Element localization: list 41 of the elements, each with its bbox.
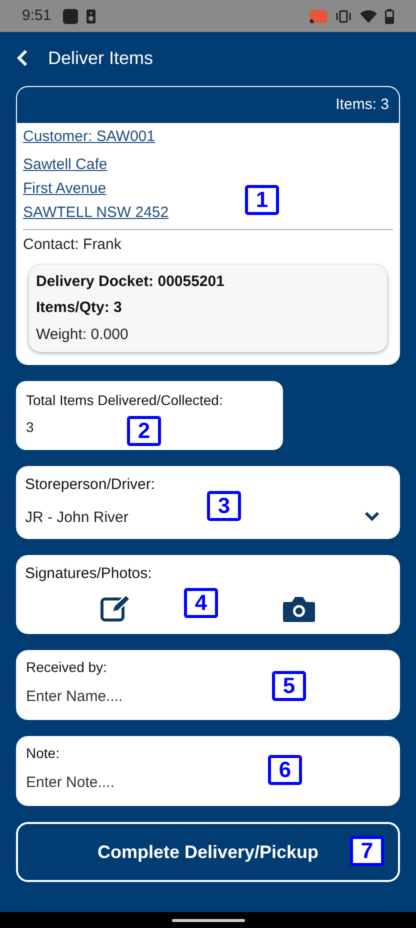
customer-link[interactable]: Customer: SAW001 xyxy=(23,127,155,147)
field-label: Storeperson/Driver: xyxy=(25,475,156,495)
name-input[interactable]: Enter Name.... xyxy=(26,686,266,708)
chevron-down-icon xyxy=(364,511,380,521)
edit-icon xyxy=(100,594,132,622)
address-link[interactable]: Sawtell Cafe xyxy=(23,155,108,175)
note-input[interactable]: Enter Note.... xyxy=(26,772,266,794)
docket-number: Delivery Docket: 00055201 xyxy=(36,272,226,292)
page-title: Deliver Items xyxy=(48,46,154,70)
annotation-marker: 6 xyxy=(268,755,302,785)
driver-value: JR - John River xyxy=(25,508,128,528)
docket-qty: Items/Qty: 3 xyxy=(36,298,123,318)
total-items-value: 3 xyxy=(26,418,34,437)
items-count: Items: 3 xyxy=(336,94,389,115)
back-icon xyxy=(16,49,28,67)
vibrate-icon xyxy=(335,10,352,22)
status-time: 9:51 xyxy=(22,6,52,26)
contact-text: Contact: Frank xyxy=(23,235,122,255)
field-label: Received by: xyxy=(26,658,108,677)
annotation-marker: 7 xyxy=(350,836,384,866)
field-label: Note: xyxy=(26,744,60,763)
home-indicator[interactable] xyxy=(172,918,244,922)
address-link[interactable]: SAWTELL NSW 2452 xyxy=(23,203,169,223)
cast-icon xyxy=(310,10,327,22)
field-label: Total Items Delivered/Collected: xyxy=(26,391,224,410)
signature-button[interactable] xyxy=(100,594,132,622)
address-link[interactable]: First Avenue xyxy=(23,179,106,199)
annotation-marker: 1 xyxy=(245,185,279,215)
field-label: Signatures/Photos: xyxy=(25,564,153,584)
driver-select[interactable]: Storeperson/Driver: JR - John River 3 xyxy=(16,466,400,539)
wifi-icon xyxy=(360,10,377,22)
speaker-icon xyxy=(86,8,96,24)
battery-icon xyxy=(385,8,394,24)
annotation-marker: 3 xyxy=(207,491,241,521)
annotation-marker: 4 xyxy=(184,588,218,618)
docket-weight: Weight: 0.000 xyxy=(36,324,130,344)
back-button[interactable] xyxy=(16,48,30,68)
app-notification-icon xyxy=(63,8,78,24)
complete-button[interactable]: Complete Delivery/Pickup 7 xyxy=(16,822,400,882)
annotation-marker: 5 xyxy=(272,671,306,701)
annotation-marker: 2 xyxy=(127,416,161,446)
